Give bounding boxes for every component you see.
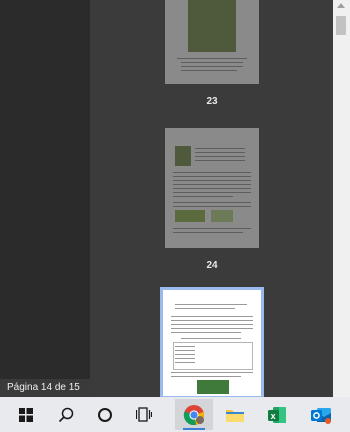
active-indicator xyxy=(183,428,205,430)
page-indicator: Página 14 de 15 xyxy=(0,379,90,397)
folder-icon xyxy=(226,409,244,422)
task-view-icon xyxy=(136,406,152,422)
cortana-button[interactable] xyxy=(86,399,124,430)
page-number-23: 23 xyxy=(206,96,218,107)
excel-button[interactable]: x xyxy=(258,399,296,430)
page-thumbnail-23[interactable] xyxy=(165,0,259,84)
page-thumbnail-24[interactable] xyxy=(165,128,259,248)
current-page-thumbnail[interactable] xyxy=(160,287,264,399)
task-view-button[interactable] xyxy=(125,399,163,430)
cortana-circle-icon xyxy=(98,407,112,422)
search-icon xyxy=(58,407,74,422)
chrome-taskbar-button[interactable] xyxy=(175,399,213,430)
search-button[interactable] xyxy=(47,399,85,430)
scrollbar-thumb[interactable] xyxy=(336,16,346,35)
start-button[interactable] xyxy=(7,399,45,430)
taskbar: x xyxy=(0,397,350,432)
excel-icon: x xyxy=(268,406,286,423)
page-number-24: 24 xyxy=(206,260,218,271)
left-pane xyxy=(0,0,90,397)
scroll-up-icon[interactable] xyxy=(337,3,345,8)
outlook-icon xyxy=(311,407,331,424)
outlook-button[interactable] xyxy=(302,399,340,430)
vertical-scrollbar[interactable] xyxy=(333,0,350,397)
windows-logo-icon xyxy=(19,407,33,422)
svg-text:x: x xyxy=(271,410,276,420)
file-explorer-button[interactable] xyxy=(216,399,254,430)
chrome-icon xyxy=(183,404,204,425)
